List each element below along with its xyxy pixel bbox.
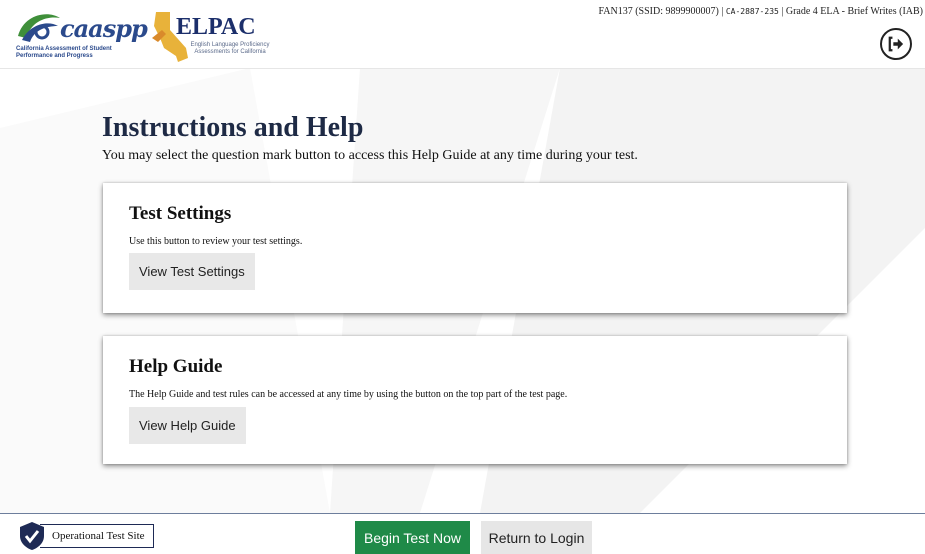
site-label: Operational Test Site	[40, 524, 154, 548]
logout-button[interactable]	[880, 28, 912, 60]
caaspp-logo: caaspp California Assessment of Student …	[14, 8, 148, 64]
elpac-subtitle: English Language Proficiency Assessments…	[190, 42, 270, 55]
separator: |	[721, 6, 724, 17]
session-info: FAN137 (SSID: 9899900007) | CA-2887-235 …	[598, 6, 923, 17]
exit-arrow-icon	[888, 36, 904, 52]
shield-check-icon	[20, 522, 44, 550]
page-subtitle: You may select the question mark button …	[102, 148, 638, 163]
help-guide-card: Help Guide The Help Guide and test rules…	[103, 336, 847, 464]
test-name: Grade 4 ELA - Brief Writes (IAB)	[785, 6, 923, 17]
app-footer: Operational Test Site Begin Test Now Ret…	[0, 513, 925, 554]
test-site-badge: Operational Test Site	[18, 521, 154, 551]
view-help-guide-button[interactable]: View Help Guide	[129, 407, 246, 444]
view-test-settings-button[interactable]: View Test Settings	[129, 253, 255, 290]
card-heading: Help Guide	[129, 356, 223, 377]
separator: |	[781, 6, 784, 17]
card-description: The Help Guide and test rules can be acc…	[129, 389, 568, 400]
return-to-login-button[interactable]: Return to Login	[481, 521, 592, 554]
session-id: CA-2887-235	[725, 7, 779, 16]
card-description: Use this button to review your test sett…	[129, 236, 303, 247]
caaspp-subtitle: California Assessment of Student Perform…	[16, 46, 112, 59]
page-title: Instructions and Help	[102, 112, 364, 143]
instructions-main: Instructions and Help You may select the…	[0, 68, 925, 513]
begin-test-button[interactable]: Begin Test Now	[355, 521, 470, 554]
test-settings-card: Test Settings Use this button to review …	[103, 183, 847, 313]
app-header: caaspp California Assessment of Student …	[0, 0, 925, 69]
student-id: FAN137 (SSID: 9899900007)	[598, 6, 719, 17]
caaspp-wordmark: caaspp	[60, 14, 148, 43]
card-heading: Test Settings	[129, 203, 232, 224]
caaspp-swoosh-icon	[18, 14, 60, 42]
elpac-logo: ELPAC English Language Proficiency Asses…	[150, 8, 270, 64]
elpac-wordmark: ELPAC	[176, 14, 256, 40]
